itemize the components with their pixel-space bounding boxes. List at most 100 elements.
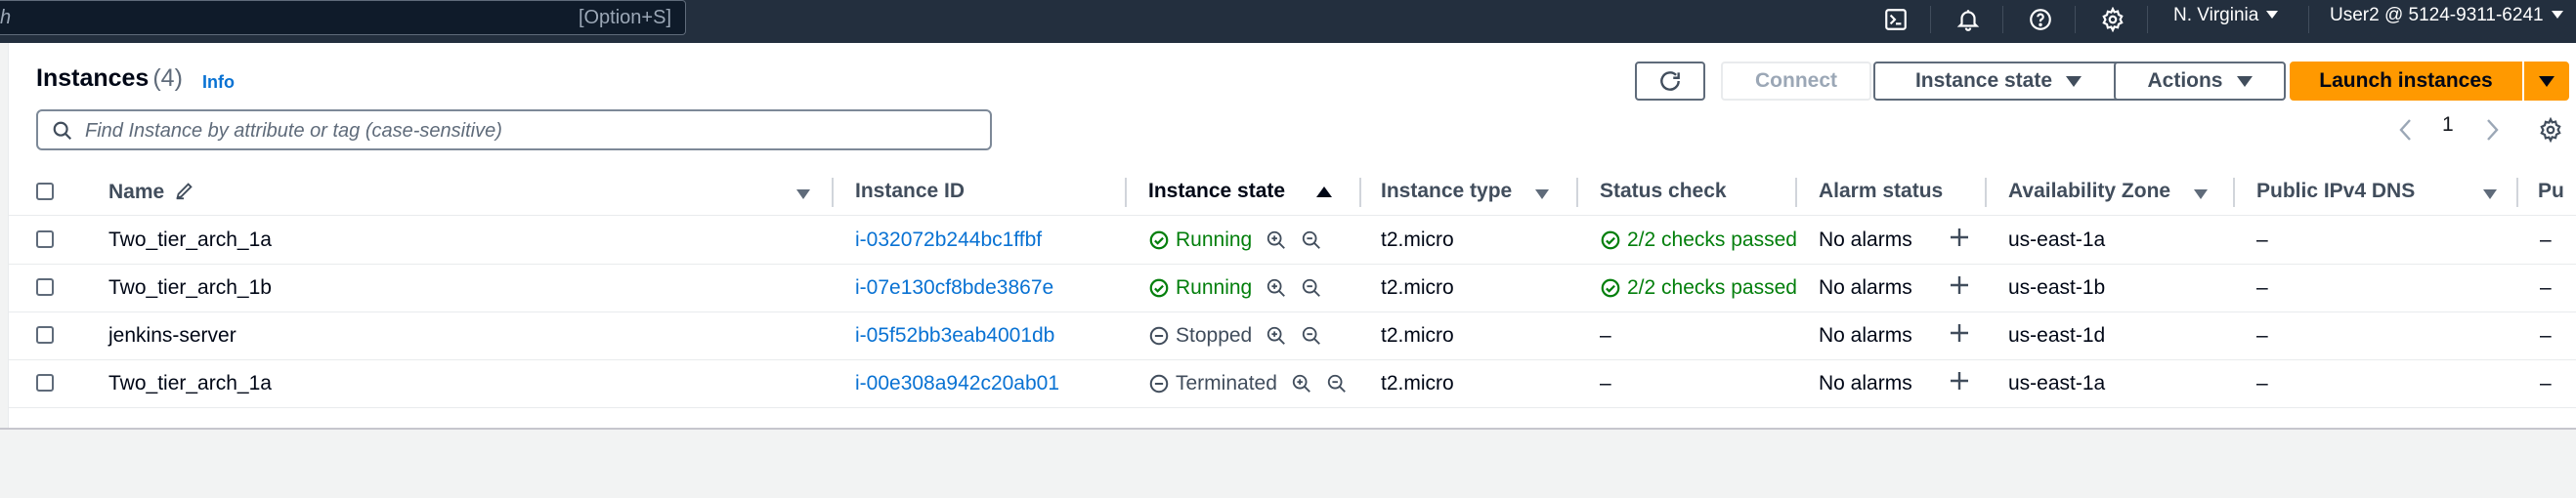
instance-state: Running <box>1148 276 1322 300</box>
nav-divider <box>2308 6 2309 33</box>
sort-caret-icon[interactable] <box>796 189 810 199</box>
table-row[interactable]: jenkins-server i-05f52bb3eab4001db Stopp… <box>9 311 2576 360</box>
table-row[interactable]: Two_tier_arch_1b i-07e130cf8bde3867e Run… <box>9 264 2576 312</box>
instance-name: jenkins-server <box>108 324 236 347</box>
column-header-name[interactable]: Name <box>108 180 195 204</box>
public-dns: – <box>2256 228 2268 251</box>
column-header-alarm-status[interactable]: Alarm status <box>1819 180 1943 203</box>
account-label: User2 @ 5124-9311-6241 <box>2330 5 2544 25</box>
row-checkbox[interactable] <box>36 374 54 392</box>
zoom-in-icon[interactable] <box>1266 277 1287 299</box>
instance-id-link[interactable]: i-05f52bb3eab4001db <box>855 324 1054 348</box>
row-checkbox[interactable] <box>36 230 54 248</box>
chevron-down-icon <box>2266 11 2279 19</box>
status-check[interactable]: 2/2 checks passed <box>1600 276 1797 300</box>
alarm-status: No alarms <box>1819 276 1912 299</box>
previous-page-icon[interactable] <box>2395 117 2417 143</box>
nav-divider <box>2002 6 2003 33</box>
next-page-icon[interactable] <box>2481 117 2503 143</box>
column-header-availability-zone[interactable]: Availability Zone <box>2008 180 2170 203</box>
column-resizer[interactable] <box>1125 178 1127 207</box>
column-resizer[interactable] <box>1359 178 1361 207</box>
instance-id-link[interactable]: i-07e130cf8bde3867e <box>855 276 1053 300</box>
column-header-status-check[interactable]: Status check <box>1600 180 1727 203</box>
zoom-out-icon[interactable] <box>1301 325 1322 347</box>
instance-type: t2.micro <box>1381 324 1454 347</box>
column-header-public-dns[interactable]: Public IPv4 DNS <box>2256 180 2415 203</box>
account-menu[interactable]: User2 @ 5124-9311-6241 <box>2330 5 2563 26</box>
preferences-gear-icon[interactable] <box>2538 117 2563 143</box>
availability-zone: us-east-1a <box>2008 228 2106 251</box>
state-label: Running <box>1176 276 1253 299</box>
sort-caret-icon[interactable] <box>1535 189 1549 199</box>
state-label: Stopped <box>1176 324 1253 347</box>
instance-id-link[interactable]: i-00e308a942c20ab01 <box>855 372 1059 395</box>
filter-input[interactable] <box>83 115 966 146</box>
launch-instances-menu-button[interactable] <box>2524 62 2569 101</box>
instance-id-link[interactable]: i-032072b244bc1ffbf <box>855 228 1042 252</box>
terminated-icon <box>1149 374 1169 394</box>
table-row[interactable]: Two_tier_arch_1a i-00e308a942c20ab01 Ter… <box>9 359 2576 408</box>
row-checkbox[interactable] <box>36 326 54 344</box>
zoom-out-icon[interactable] <box>1301 277 1322 299</box>
cloudshell-icon[interactable] <box>1878 2 1913 37</box>
instance-type: t2.micro <box>1381 228 1454 251</box>
connect-button[interactable]: Connect <box>1721 62 1871 101</box>
chevron-down-icon <box>2066 75 2082 87</box>
refresh-button[interactable] <box>1635 62 1705 101</box>
launch-instances-button[interactable]: Launch instances <box>2290 62 2522 101</box>
nav-divider <box>1930 6 1931 33</box>
column-header-instance-state[interactable]: Instance state <box>1148 180 1285 203</box>
success-check-icon <box>1149 278 1169 298</box>
status-check: – <box>1600 324 1611 347</box>
zoom-in-icon[interactable] <box>1266 229 1287 251</box>
instance-filter[interactable] <box>36 109 992 150</box>
current-page-number[interactable]: 1 <box>2442 113 2454 137</box>
instance-state: Stopped <box>1148 324 1322 348</box>
instance-count: (4) <box>152 64 183 92</box>
actions-dropdown[interactable]: Actions <box>2114 62 2286 101</box>
global-search-input[interactable]: h [Option+S] <box>0 0 686 35</box>
column-header-instance-id[interactable]: Instance ID <box>855 180 965 203</box>
info-link[interactable]: Info <box>202 72 235 93</box>
column-resizer[interactable] <box>2233 178 2235 207</box>
notifications-icon[interactable] <box>1951 2 1986 37</box>
zoom-in-icon[interactable] <box>1291 373 1312 394</box>
status-check[interactable]: 2/2 checks passed <box>1600 228 1797 252</box>
zoom-in-icon[interactable] <box>1266 325 1287 347</box>
success-check-icon <box>1149 230 1169 250</box>
edit-pencil-icon <box>176 183 193 200</box>
public-ip: – <box>2540 324 2552 347</box>
sort-ascending-icon[interactable] <box>1316 187 1332 197</box>
column-header-instance-type[interactable]: Instance type <box>1381 180 1512 203</box>
add-alarm-icon[interactable] <box>1948 321 1971 345</box>
public-ip: – <box>2540 372 2552 394</box>
nav-divider <box>2075 6 2076 33</box>
column-resizer[interactable] <box>1576 178 1578 207</box>
split-panel-divider[interactable] <box>0 428 2576 430</box>
zoom-out-icon[interactable] <box>1301 229 1322 251</box>
column-resizer[interactable] <box>832 178 834 207</box>
region-label: N. Virginia <box>2173 5 2259 25</box>
add-alarm-icon[interactable] <box>1948 369 1971 393</box>
column-resizer[interactable] <box>1795 178 1797 207</box>
instance-state-dropdown[interactable]: Instance state <box>1873 62 2124 101</box>
sort-caret-icon[interactable] <box>2194 189 2208 199</box>
zoom-out-icon[interactable] <box>1326 373 1348 394</box>
settings-icon[interactable] <box>2095 2 2130 37</box>
add-alarm-icon[interactable] <box>1948 226 1971 249</box>
chevron-down-icon <box>2539 75 2555 87</box>
column-header-public-ip[interactable]: Pu <box>2538 180 2564 203</box>
help-icon[interactable] <box>2023 2 2058 37</box>
instances-panel: Instances (4) Info Connect Instance state… <box>8 43 2576 430</box>
column-resizer[interactable] <box>2516 178 2518 207</box>
search-shortcut-hint: [Option+S] <box>578 7 671 28</box>
add-alarm-icon[interactable] <box>1948 273 1971 297</box>
region-selector[interactable]: N. Virginia <box>2173 5 2279 26</box>
select-all-checkbox[interactable] <box>36 183 54 200</box>
status-check-label: 2/2 checks passed <box>1627 228 1797 251</box>
sort-caret-icon[interactable] <box>2483 189 2497 199</box>
column-resizer[interactable] <box>1985 178 1987 207</box>
row-checkbox[interactable] <box>36 278 54 296</box>
table-row[interactable]: Two_tier_arch_1a i-032072b244bc1ffbf Run… <box>9 216 2576 265</box>
